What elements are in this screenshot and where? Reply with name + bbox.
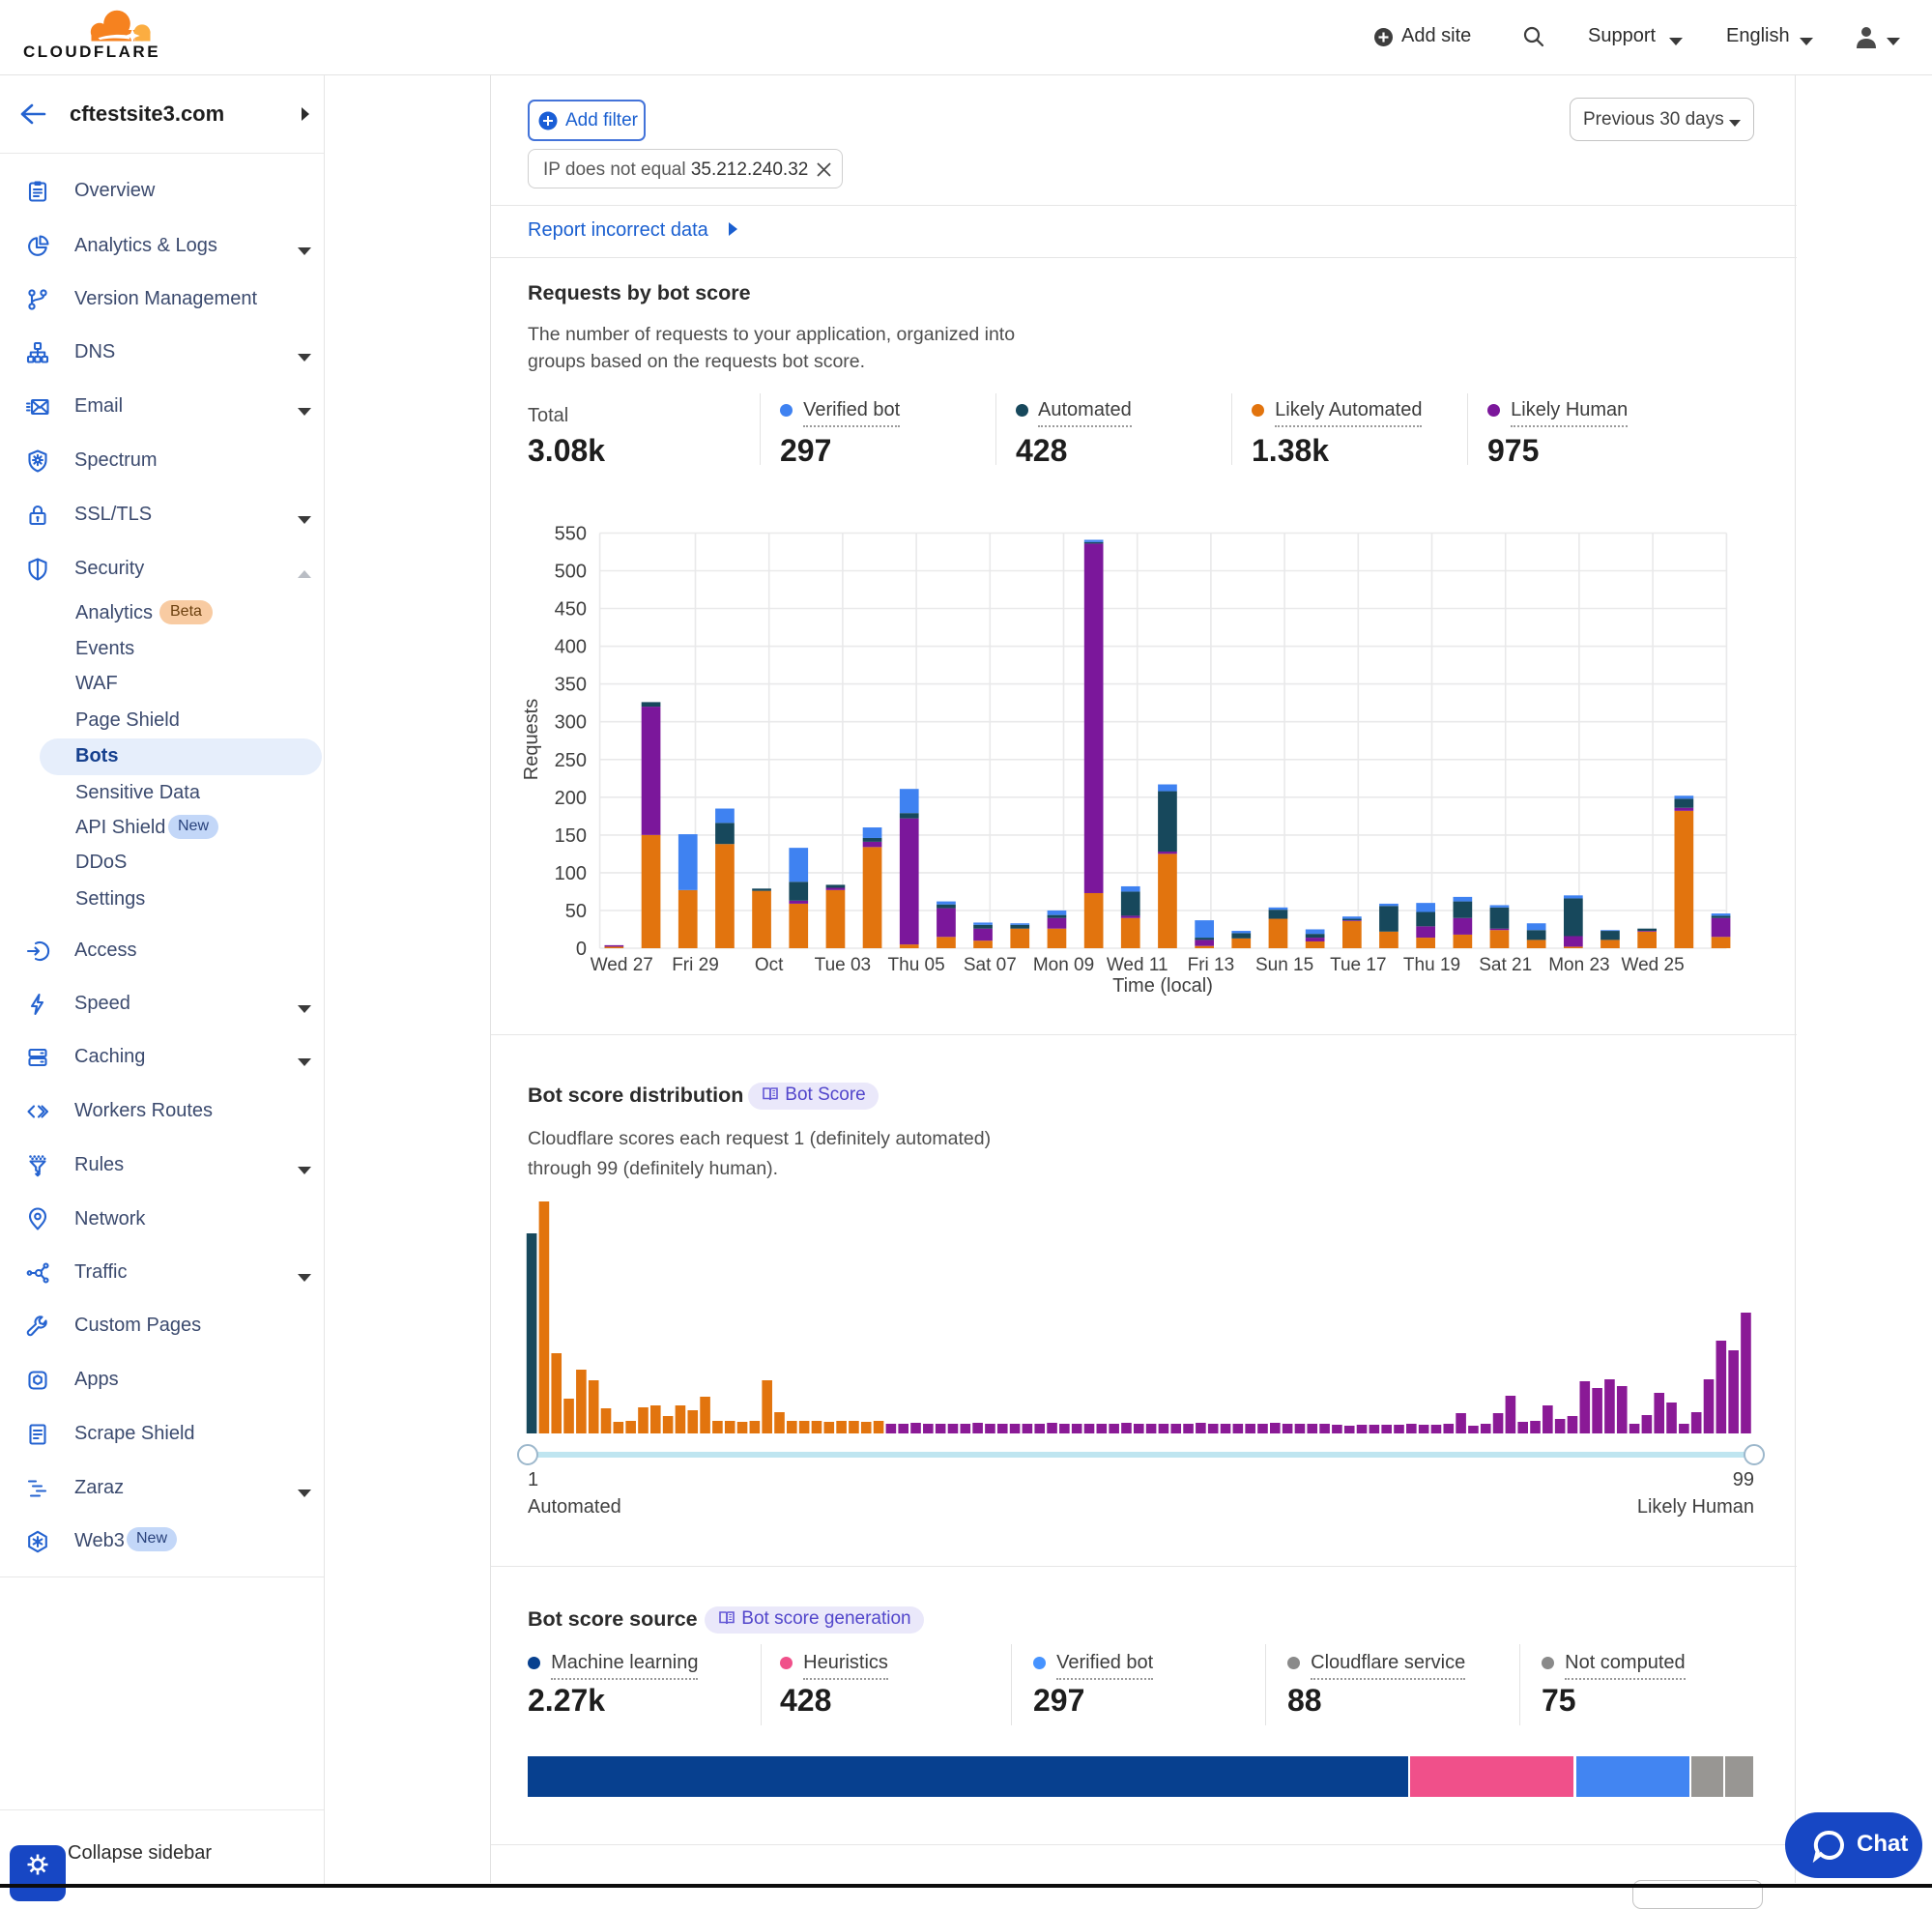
svg-text:300: 300: [555, 712, 587, 734]
svg-text:350: 350: [555, 675, 587, 696]
svg-text:400: 400: [555, 637, 587, 658]
svg-text:Sat 07: Sat 07: [964, 955, 1017, 975]
svg-text:Fri 13: Fri 13: [1188, 955, 1235, 975]
svg-text:100: 100: [555, 863, 587, 884]
svg-text:550: 550: [555, 524, 587, 545]
svg-text:150: 150: [555, 825, 587, 847]
svg-text:200: 200: [555, 788, 587, 809]
svg-text:50: 50: [565, 901, 587, 922]
svg-text:Sun 15: Sun 15: [1255, 955, 1313, 975]
svg-text:0: 0: [576, 939, 587, 960]
svg-text:Wed 25: Wed 25: [1622, 955, 1685, 975]
svg-text:Tue 17: Tue 17: [1330, 955, 1386, 975]
svg-text:Wed 27: Wed 27: [591, 955, 653, 975]
svg-text:Tue 03: Tue 03: [815, 955, 871, 975]
svg-text:Sat 21: Sat 21: [1479, 955, 1532, 975]
svg-text:Time (local): Time (local): [1112, 975, 1213, 997]
svg-text:Thu 05: Thu 05: [888, 955, 945, 975]
svg-text:250: 250: [555, 750, 587, 771]
svg-text:450: 450: [555, 599, 587, 621]
svg-text:Oct: Oct: [755, 955, 784, 975]
svg-text:Requests: Requests: [522, 699, 542, 781]
svg-text:500: 500: [555, 562, 587, 583]
svg-text:Mon 09: Mon 09: [1033, 955, 1094, 975]
svg-text:Fri 29: Fri 29: [672, 955, 719, 975]
svg-text:Thu 19: Thu 19: [1403, 955, 1460, 975]
svg-text:Mon 23: Mon 23: [1548, 955, 1609, 975]
svg-text:Wed 11: Wed 11: [1107, 955, 1168, 975]
